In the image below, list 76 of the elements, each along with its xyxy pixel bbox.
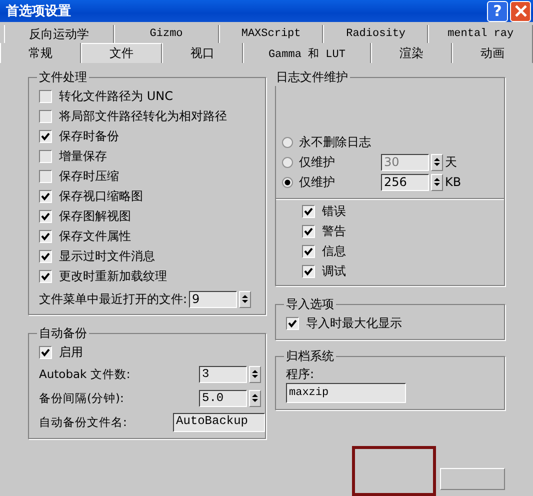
field-label: 文件菜单中最近打开的文件:	[39, 290, 188, 308]
checkbox[interactable]	[39, 170, 52, 182]
tab[interactable]: 常规	[0, 43, 81, 63]
radio-button[interactable]	[282, 176, 293, 188]
spinner-icon[interactable]	[431, 154, 443, 170]
input-field[interactable]: 9	[189, 290, 238, 308]
checkbox-label: 信息	[322, 242, 346, 260]
group-title: 归档系统	[285, 348, 335, 365]
radio-button[interactable]	[282, 136, 293, 148]
unit-label: KB	[445, 175, 462, 189]
tab[interactable]: Radiosity	[323, 25, 428, 43]
checkbox-label: 显示过时文件消息	[59, 248, 155, 264]
radio-label: 永不删除日志	[299, 134, 372, 150]
checkbox[interactable]	[39, 110, 52, 122]
checkbox-label: 更改时重新加载纹理	[59, 268, 167, 284]
checkbox-label: 保存视口缩略图	[59, 188, 143, 204]
tab[interactable]: 文件	[80, 43, 162, 63]
close-icon	[514, 5, 526, 17]
checkbox[interactable]	[39, 346, 52, 358]
checkbox-label: 启用	[59, 344, 83, 360]
tab[interactable]: mental ray	[428, 25, 533, 43]
spinner-icon[interactable]	[249, 390, 261, 406]
checkbox[interactable]	[39, 130, 52, 142]
checkbox[interactable]	[39, 250, 52, 262]
spinner-icon[interactable]	[239, 290, 252, 308]
tab[interactable]: 渲染	[371, 43, 452, 63]
group-title: 导入选项	[285, 296, 335, 313]
checkbox-label: 保存文件属性	[59, 228, 131, 244]
checkbox[interactable]	[302, 224, 315, 238]
checkbox[interactable]	[39, 270, 52, 282]
input-field[interactable]: 5.0	[199, 390, 247, 406]
checkbox-label: 增量保存	[59, 148, 107, 164]
group-title: 日志文件维护	[275, 69, 349, 86]
group-title: 文件处理	[38, 69, 88, 86]
checkbox[interactable]	[39, 90, 52, 102]
input-field[interactable]: maxzip	[286, 383, 406, 403]
tab[interactable]: Gizmo	[114, 25, 219, 43]
checkbox[interactable]	[302, 244, 315, 258]
unit-label: 天	[445, 154, 457, 170]
help-button[interactable]: ?	[487, 0, 508, 22]
tab[interactable]: MAXScript	[218, 25, 324, 43]
radio-label: 仅维护	[299, 154, 336, 170]
checkbox[interactable]	[39, 210, 52, 222]
checkbox-label: 导入时最大化显示	[306, 314, 402, 332]
checkbox-label: 将局部文件路径转化为相对路径	[59, 108, 227, 124]
checkbox[interactable]	[39, 150, 52, 162]
window-title: 首选项设置	[6, 3, 72, 20]
checkbox[interactable]	[286, 316, 299, 330]
radio-label: 仅维护	[299, 174, 336, 190]
checkbox[interactable]	[39, 190, 52, 202]
input-field[interactable]: 3	[199, 366, 247, 382]
checkbox-label: 转化文件路径为 UNC	[59, 88, 173, 104]
input-field[interactable]: AutoBackup	[173, 412, 265, 432]
group-title: 自动备份	[38, 325, 88, 342]
close-button[interactable]	[510, 0, 531, 22]
tab[interactable]: 动画	[452, 43, 533, 63]
checkbox-label: 错误	[322, 202, 346, 220]
dialog-button[interactable]	[352, 446, 436, 496]
spinner-icon[interactable]	[249, 366, 261, 382]
field-label: 自动备份文件名:	[39, 414, 128, 430]
tab[interactable]: Gamma 和 LUT	[242, 43, 372, 63]
checkbox[interactable]	[39, 230, 52, 242]
field-label: 备份间隔(分钟):	[39, 390, 125, 406]
field-label: Autobak 文件数:	[39, 366, 132, 382]
checkbox-label: 保存时压缩	[59, 168, 119, 184]
tab[interactable]: 反向运动学	[4, 25, 114, 43]
checkbox-label: 警告	[322, 222, 346, 240]
checkbox-label: 保存图解视图	[59, 208, 131, 224]
checkbox-label: 保存时备份	[59, 128, 119, 144]
spinner-icon[interactable]	[431, 174, 443, 190]
field-label: 程序:	[286, 366, 316, 383]
checkbox[interactable]	[302, 204, 315, 218]
tab[interactable]: 视口	[162, 43, 243, 63]
checkbox-label: 调试	[322, 262, 346, 280]
input-field[interactable]: 256	[381, 174, 429, 190]
checkbox[interactable]	[302, 264, 315, 278]
